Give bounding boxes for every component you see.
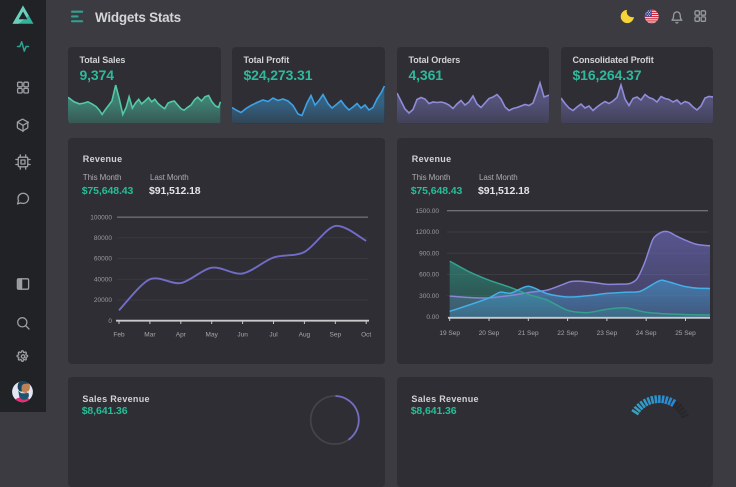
svg-text:19 Sep: 19 Sep bbox=[439, 330, 460, 337]
svg-text:0: 0 bbox=[108, 318, 112, 325]
svg-text:20000: 20000 bbox=[94, 297, 112, 304]
svg-text:600.00: 600.00 bbox=[419, 272, 439, 279]
svg-text:24 Sep: 24 Sep bbox=[636, 330, 657, 337]
svg-text:300.00: 300.00 bbox=[419, 293, 439, 300]
svg-text:25 Sep: 25 Sep bbox=[675, 330, 696, 337]
svg-text:1500.00: 1500.00 bbox=[416, 208, 440, 215]
svg-text:22 Sep: 22 Sep bbox=[557, 330, 578, 337]
svg-text:900.00: 900.00 bbox=[419, 251, 439, 258]
svg-text:0.00: 0.00 bbox=[426, 314, 439, 321]
svg-text:Aug: Aug bbox=[299, 332, 311, 339]
svg-text:Jun: Jun bbox=[237, 332, 248, 339]
svg-text:May: May bbox=[206, 332, 219, 339]
svg-text:Sep: Sep bbox=[330, 332, 342, 339]
svg-text:21 Sep: 21 Sep bbox=[518, 330, 539, 337]
svg-text:60000: 60000 bbox=[94, 256, 112, 263]
svg-text:Oct: Oct bbox=[361, 332, 371, 339]
svg-text:80000: 80000 bbox=[94, 235, 112, 242]
svg-text:Feb: Feb bbox=[113, 332, 125, 339]
svg-text:40000: 40000 bbox=[94, 277, 112, 284]
svg-text:20 Sep: 20 Sep bbox=[479, 330, 500, 337]
svg-text:Mar: Mar bbox=[144, 332, 156, 339]
svg-text:Apr: Apr bbox=[176, 332, 187, 339]
svg-text:100000: 100000 bbox=[90, 214, 112, 221]
svg-text:1200.00: 1200.00 bbox=[416, 229, 440, 236]
svg-text:23 Sep: 23 Sep bbox=[597, 330, 618, 337]
svg-text:Jul: Jul bbox=[269, 332, 278, 339]
